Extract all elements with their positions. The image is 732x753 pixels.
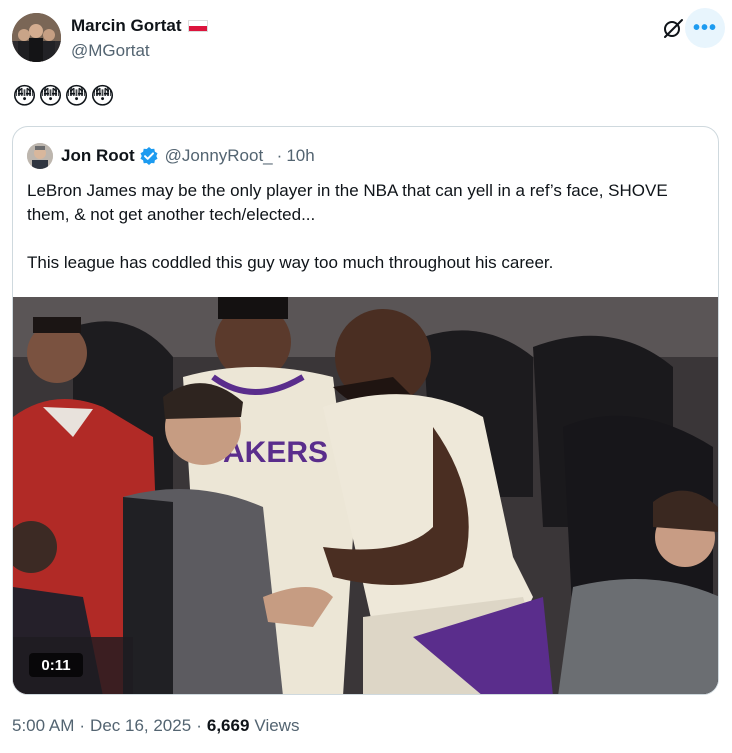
quoted-header: Jon Root @JonnyRoot_ · 10h	[27, 143, 315, 169]
quoted-text: LeBron James may be the only player in t…	[27, 179, 707, 275]
more-options-button[interactable]: •••	[685, 8, 725, 48]
quoted-tweet[interactable]: Jon Root @JonnyRoot_ · 10h LeBron James …	[12, 126, 719, 695]
separator-dot: ·	[196, 716, 202, 735]
separator-dot: ·	[79, 716, 86, 735]
quoted-paragraph-1: LeBron James may be the only player in t…	[27, 181, 668, 224]
video-duration: 0:11	[29, 653, 83, 677]
author-block: Marcin Gortat @MGortat	[71, 14, 208, 61]
jersey-text: AKERS	[223, 436, 328, 469]
quoted-paragraph-2: This league has coddled this guy way too…	[27, 253, 554, 272]
author-handle[interactable]: @MGortat	[71, 41, 208, 61]
tweet-time[interactable]: 5:00 AM	[12, 716, 74, 736]
author-name[interactable]: Marcin Gortat	[71, 16, 182, 36]
tweet-text: 😳😳😳😳	[12, 83, 117, 110]
quoted-avatar[interactable]	[27, 143, 53, 169]
grok-icon[interactable]	[661, 16, 685, 40]
poland-flag-icon	[187, 20, 208, 32]
tweet-date[interactable]: Dec 16, 2025	[90, 716, 191, 736]
quoted-video[interactable]: AKERS 0:11	[13, 297, 718, 694]
quoted-author-name[interactable]: Jon Root	[61, 146, 135, 166]
tweet-meta: 5:00 AM · Dec 16, 2025 · 6,669 Views	[12, 716, 299, 736]
views-count[interactable]: 6,669	[207, 716, 250, 736]
separator-dot: ·	[276, 146, 283, 165]
author-avatar[interactable]	[12, 13, 61, 62]
tweet: Marcin Gortat @MGortat ••• 😳😳😳😳 Jon Root	[0, 0, 732, 753]
views-label[interactable]: Views	[254, 716, 299, 736]
quoted-author-handle[interactable]: @JonnyRoot_	[165, 146, 273, 166]
verified-badge-icon	[139, 146, 159, 166]
quoted-timestamp[interactable]: 10h	[286, 146, 314, 166]
